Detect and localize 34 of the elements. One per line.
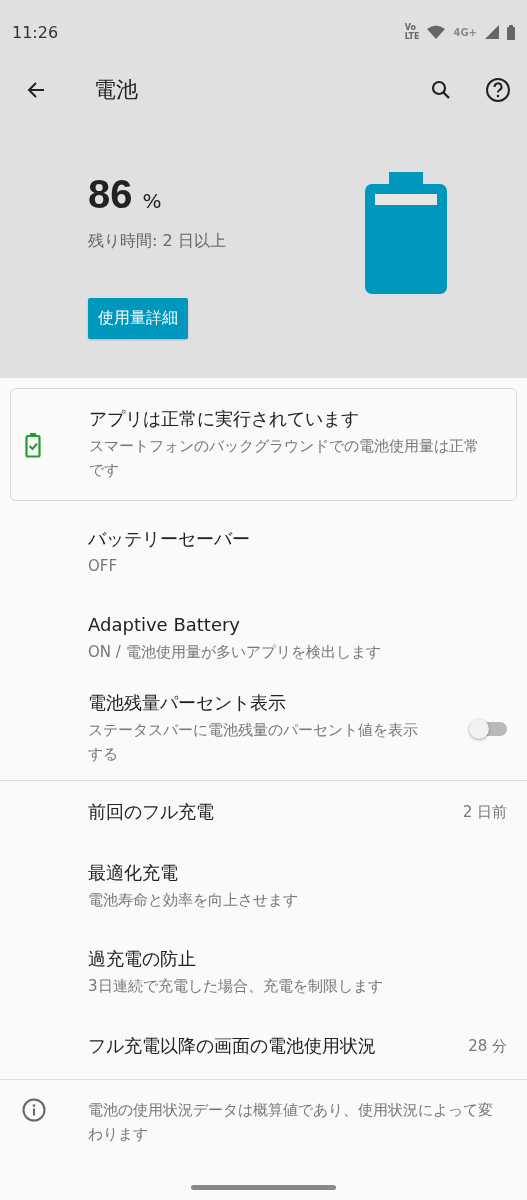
wifi-icon <box>427 25 446 39</box>
status-card[interactable]: アプリは正常に実行されています スマートフォンのバックグラウンドでの電池使用量は正常です <box>10 388 517 501</box>
setting-summary: 電池寿命と効率を向上させます <box>88 889 299 911</box>
info-icon <box>22 1098 46 1122</box>
setting-title: フル充電以降の画面の電池使用状況 <box>88 1034 377 1058</box>
page-title: 電池 <box>94 76 139 104</box>
percent-unit: % <box>142 189 162 213</box>
battery-check-icon <box>25 431 41 458</box>
signal-icon <box>485 25 499 39</box>
setting-summary: ステータスバーに電池残量のパーセント値を表示する <box>88 720 419 765</box>
battery-status-icon <box>507 24 515 40</box>
setting-title: 過充電の防止 <box>88 946 197 971</box>
setting-title: バッテリーセーバー <box>88 526 251 551</box>
volte-label: Vo <box>404 23 417 32</box>
setting-summary: OFF <box>88 555 119 577</box>
setting-value: 28 分 <box>468 1036 507 1056</box>
status-title: アプリは正常に実行されています <box>89 407 360 431</box>
battery-percent: 86 <box>88 172 133 217</box>
toggle-switch[interactable] <box>471 721 507 736</box>
setting-title: 前回のフル充電 <box>88 800 215 824</box>
setting-title: 電池残量パーセント表示 <box>88 691 287 715</box>
setting-summary: 3日連続で充電した場合、充電を制限します <box>88 975 384 997</box>
clock: 11:26 <box>12 22 60 42</box>
setting-summary: ON / 電池使用量が多いアプリを検出します <box>88 641 382 663</box>
remaining-time: 残り時間: 2 日以上 <box>88 231 226 252</box>
volte-label: LTE <box>404 32 420 41</box>
footer-note: 電池の使用状況データは概算値であり、使用状況によって変わります <box>88 1100 494 1145</box>
help-icon <box>485 77 511 103</box>
network-label: 4G+ <box>453 26 477 38</box>
setting-value: 2 日前 <box>462 802 507 822</box>
status-summary: スマートフォンのバックグラウンドでの電池使用量は正常です <box>89 436 480 481</box>
battery-icon <box>365 172 447 294</box>
setting-title: Adaptive Battery <box>88 612 241 637</box>
setting-title: 最適化充電 <box>88 860 179 885</box>
